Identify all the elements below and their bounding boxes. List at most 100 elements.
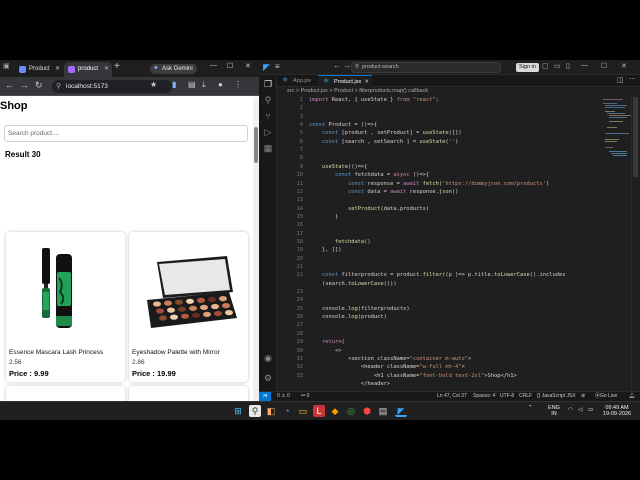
account-icon[interactable]: ◉ (263, 353, 273, 363)
remote-indicator-icon[interactable]: ⋊ (259, 392, 271, 401)
indentation[interactable]: Spaces: 4 (473, 392, 495, 401)
product-card[interactable]: Essence Mascara Lash Princess 2.56 Price… (6, 232, 125, 382)
maximize-icon[interactable]: ☐ (227, 62, 233, 70)
tab-product-jsx[interactable]: ⚛ Product.jsx ✕ (318, 75, 372, 87)
line-number: 31 (296, 355, 304, 362)
close-tab-icon[interactable]: ✕ (104, 62, 109, 77)
ports-icon[interactable]: ⚯ 0 (301, 392, 309, 401)
product-card[interactable] (6, 386, 125, 401)
office-icon[interactable]: L (313, 405, 325, 417)
tab-search-icon[interactable]: ▣ (3, 62, 10, 70)
line-number: 25 (296, 305, 304, 312)
explorer-icon[interactable]: ❐ (263, 79, 273, 89)
language-mode[interactable]: {} JavaScript JSX (537, 392, 576, 401)
extensions-icon[interactable]: ▦ (263, 143, 273, 153)
widgets-icon[interactable]: ◧ (265, 405, 277, 417)
file-explorer-icon[interactable]: ▭ (297, 405, 309, 417)
more-actions-icon[interactable]: ⋯ (629, 75, 636, 83)
breadcrumb[interactable]: src > Product.jsx > Product > filterprod… (287, 88, 428, 94)
product-card[interactable]: Eyeshadow Palette with Mirror 2.86 Price… (129, 232, 248, 382)
code-line: import React, { useState } from "react"; (309, 97, 439, 103)
settings-gear-icon[interactable]: ⚙ (263, 373, 273, 383)
back-icon[interactable]: ← (333, 61, 341, 70)
new-tab-icon[interactable]: + (114, 61, 120, 72)
vscode-taskbar-icon[interactable]: ◤ (395, 405, 407, 417)
edge-icon[interactable]: ◔ (281, 405, 293, 417)
editor-scrollbar[interactable] (631, 97, 638, 391)
close-tab-icon[interactable]: ✕ (364, 76, 369, 88)
scrollbar-thumb[interactable] (633, 97, 638, 177)
eyeshadow-pan (192, 312, 200, 318)
profile-avatar-icon[interactable]: ● (218, 80, 223, 89)
encoding[interactable]: UTF-8 (500, 392, 514, 401)
cursor-position[interactable]: Ln 47, Col 37 (437, 392, 467, 401)
product-price: Price : 19.99 (132, 369, 176, 378)
close-tab-icon[interactable]: ✕ (55, 62, 60, 77)
wifi-icon[interactable]: ◠ (568, 407, 573, 413)
go-live-button[interactable]: ⦿ Go Live (595, 392, 617, 401)
code-line: const [search , setSearch ] = useState('… (321, 138, 459, 145)
sign-in-button[interactable]: Sign in (516, 63, 539, 72)
eyeshadow-pan (159, 315, 167, 321)
forward-icon[interactable]: → (343, 61, 351, 70)
copilot-icon[interactable]: ⊛ (581, 392, 585, 401)
code-editor[interactable]: 1 import React, { useState } from "react"… (277, 97, 607, 391)
browser-tab-product-2[interactable]: product ✕ (64, 62, 112, 77)
download-icon[interactable]: ⤓ (202, 80, 206, 90)
volume-icon[interactable]: ◁ (578, 407, 582, 413)
eol[interactable]: CRLF (519, 392, 532, 401)
maximize-icon[interactable]: ☐ (601, 62, 607, 70)
split-editor-icon[interactable]: ◫ (617, 76, 624, 84)
chrome-icon[interactable]: ◎ (345, 405, 357, 417)
notifications-bell-icon[interactable]: 🔔︎ (629, 392, 635, 401)
product-card[interactable] (129, 386, 248, 401)
minimap[interactable] (603, 97, 633, 167)
app-red-icon[interactable]: ⬢ (361, 405, 373, 417)
eyeshadow-pan (170, 314, 178, 320)
vscode-window: ◤ ≡ ← → ⚲ product-search Sign in ▢ ▭ ▯ —… (259, 60, 640, 401)
tab-app-jsx[interactable]: ⚛ App.jsx (277, 75, 317, 87)
forward-icon[interactable]: → (20, 80, 29, 90)
reload-icon[interactable]: ↻ (35, 80, 43, 91)
close-window-icon[interactable]: ✕ (245, 62, 251, 70)
line-number: 10 (296, 172, 304, 179)
product-name: Essence Mascara Lash Princess (9, 349, 104, 356)
run-debug-icon[interactable]: ▷ (263, 127, 273, 137)
minimize-icon[interactable]: — (581, 62, 588, 69)
tab-label: App.jsx (293, 78, 312, 84)
search-icon[interactable]: ⚲ (249, 405, 261, 417)
minimize-icon[interactable]: — (210, 62, 217, 69)
battery-icon[interactable]: ▭ (588, 407, 593, 413)
problems-indicator[interactable]: 0 ⚠ 0 (277, 392, 290, 401)
command-center-search[interactable]: ⚲ product-search (351, 62, 501, 73)
clock[interactable]: 09:49 AM 19-09-2026 (598, 405, 636, 417)
panel-icon[interactable]: ▭ (554, 62, 561, 70)
menu-icon[interactable]: ≡ (275, 62, 280, 71)
more-menu-icon[interactable]: ⋮ (234, 80, 242, 89)
back-icon[interactable]: ← (5, 80, 14, 90)
app-icon[interactable]: ◆ (329, 405, 341, 417)
bookmark-star-icon[interactable]: ★ (150, 80, 157, 89)
start-windows-icon[interactable]: ⊞ (232, 405, 244, 417)
close-window-icon[interactable]: ✕ (621, 62, 627, 70)
windows-taskbar: ⊞ ⚲ ◧ ◔ ▭ L ◆ ◎ ⬢ ▤ ◤ ⌃ ENG IN ◠ ◁ ▭ 09:… (0, 401, 640, 420)
code-line: useState(()=>{ (321, 163, 368, 170)
tray-chevron-icon[interactable]: ⌃ (528, 405, 533, 411)
search-product-input[interactable] (4, 125, 248, 142)
sidepanel-icon[interactable]: ▤ (188, 80, 196, 89)
terminal-icon[interactable]: ▤ (377, 405, 389, 417)
ask-gemini-button[interactable]: ✦ Ask Gemini (150, 64, 197, 74)
scrollbar-thumb[interactable] (254, 127, 258, 163)
site-info-icon[interactable]: ⚲ (56, 80, 61, 93)
eyeshadow-pan (225, 310, 233, 316)
line-number: 33 (296, 372, 304, 379)
search-icon[interactable]: ⚲ (263, 95, 273, 105)
source-control-icon[interactable]: ⑂ (263, 111, 273, 121)
eyeshadow-pan (186, 298, 194, 304)
line-number: 4 (299, 122, 303, 129)
layout-icon[interactable]: ▢ (542, 62, 549, 70)
browser-tab-product-1[interactable]: Product ✕ (15, 62, 63, 77)
input-language[interactable]: ENG IN (547, 405, 561, 417)
sidebar-icon[interactable]: ▯ (566, 62, 570, 70)
extension-icon[interactable]: ▮ (172, 80, 176, 89)
